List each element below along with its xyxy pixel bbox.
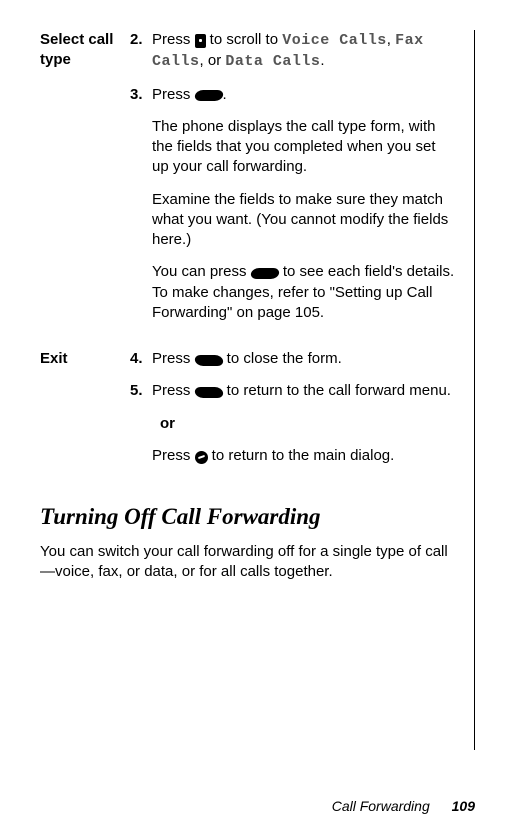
step-4-num: 4.: [130, 349, 152, 369]
step-3-text: Press .: [152, 85, 456, 105]
softkey-right-icon: [193, 90, 223, 101]
para3-a: You can press: [152, 263, 251, 280]
step-2-text: Press to scroll to Voice Calls, Fax Call…: [152, 30, 456, 73]
softkey-left-icon: [193, 355, 223, 366]
page-content: Select call type 2. Press to scroll to V…: [40, 30, 475, 750]
step-3: 3. Press .: [130, 85, 456, 105]
section-heading: Turning Off Call Forwarding: [40, 504, 456, 530]
para-details: You can press to see each field's detail…: [152, 262, 456, 323]
alt-a: Press: [152, 447, 195, 464]
para-examine: Examine the fields to make sure they mat…: [152, 190, 456, 251]
step-2-mid: to scroll to: [206, 31, 283, 48]
step-2-pre: Press: [152, 31, 195, 48]
step-5-text: Press to return to the call forward menu…: [152, 381, 456, 401]
step5-post: to return to the call forward menu.: [223, 382, 451, 399]
label-select-call-type: Select call type: [40, 30, 130, 335]
step-5: 5. Press to return to the call forward m…: [130, 381, 456, 401]
sep-or: , or: [200, 52, 226, 69]
alt-b: to return to the main dialog.: [208, 447, 395, 464]
step5-pre: Press: [152, 382, 195, 399]
scroll-key-icon: [195, 34, 206, 48]
alt-return: Press to return to the main dialog.: [152, 446, 456, 466]
section-body: You can switch your call forwarding off …: [40, 542, 456, 583]
option-data-calls: Data Calls: [225, 53, 320, 70]
step-3-num: 3.: [130, 85, 152, 105]
footer-page-number: 109: [452, 798, 475, 814]
step4-post: to close the form.: [223, 350, 342, 367]
step-2-num: 2.: [130, 30, 152, 73]
footer-title: Call Forwarding: [332, 798, 430, 814]
step4-pre: Press: [152, 350, 195, 367]
softkey-left-icon: [193, 387, 223, 398]
step-4-text: Press to close the form.: [152, 349, 456, 369]
or-separator: or: [160, 414, 456, 434]
step-5-num: 5.: [130, 381, 152, 401]
block-exit: Exit 4. Press to close the form. 5. Pres…: [40, 349, 456, 478]
option-voice-calls: Voice Calls: [282, 32, 387, 49]
label-exit: Exit: [40, 349, 130, 478]
body-select-call-type: 2. Press to scroll to Voice Calls, Fax C…: [130, 30, 456, 335]
page-footer: Call Forwarding 109: [332, 798, 475, 814]
softkey-right-icon: [250, 268, 280, 279]
para-display: The phone displays the call type form, w…: [152, 117, 456, 178]
step-4: 4. Press to close the form.: [130, 349, 456, 369]
step-2-end: .: [320, 52, 324, 69]
step-3-pre: Press: [152, 86, 195, 103]
body-exit: 4. Press to close the form. 5. Press to …: [130, 349, 456, 478]
step-2: 2. Press to scroll to Voice Calls, Fax C…: [130, 30, 456, 73]
block-select-call-type: Select call type 2. Press to scroll to V…: [40, 30, 456, 335]
sep1: ,: [387, 31, 395, 48]
end-key-icon: [195, 451, 208, 464]
